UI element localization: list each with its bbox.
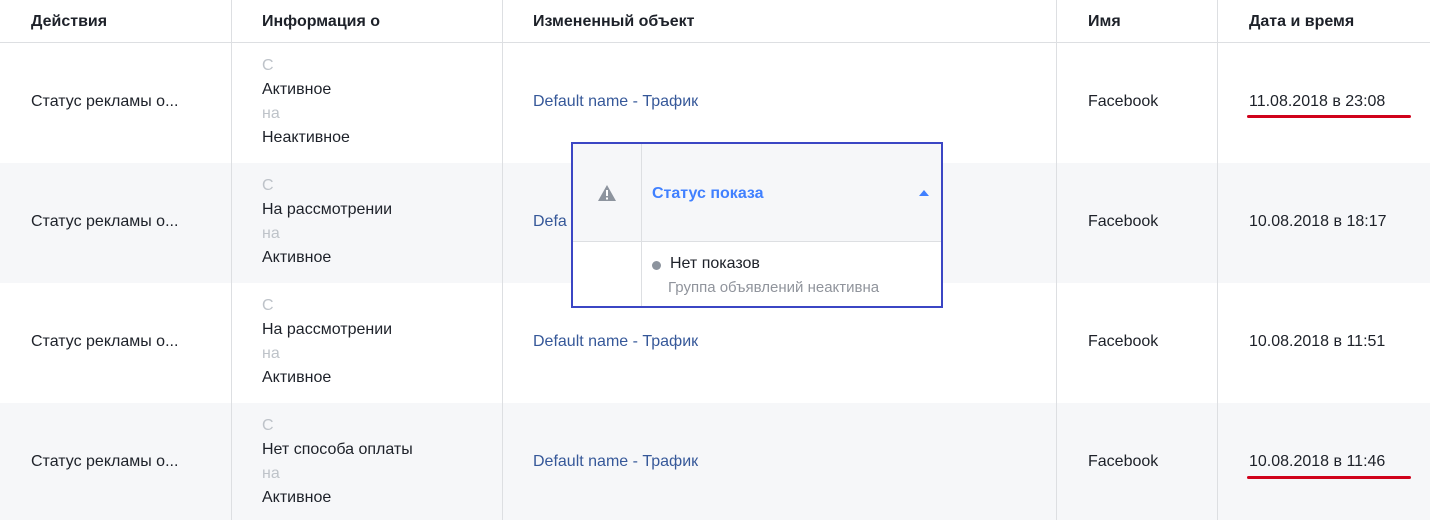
column-header-object[interactable]: Измененный объект [533, 13, 694, 31]
action-cell[interactable]: Статус рекламы о... [31, 93, 178, 111]
to-label: на [262, 345, 280, 362]
popover-title[interactable]: Статус показа [652, 185, 764, 203]
from-value: На рассмотрении [262, 201, 393, 218]
column-header-actions[interactable]: Действия [31, 13, 107, 31]
column-header-info[interactable]: Информация о [262, 13, 380, 31]
object-link[interactable]: Default name - Трафик [533, 453, 698, 471]
to-label: на [262, 225, 280, 242]
popover-substatus: Группа объявлений неактивна [668, 279, 880, 296]
from-value: Активное [262, 81, 332, 98]
to-value: Неактивное [262, 129, 350, 146]
popover-divider [641, 144, 642, 306]
to-value: Активное [262, 489, 332, 506]
object-link-obscured[interactable]: Defa [533, 213, 567, 231]
action-cell[interactable]: Статус рекламы о... [31, 333, 178, 351]
info-cell: С На рассмотрении на Активное [262, 174, 392, 270]
warning-icon [598, 185, 616, 201]
action-cell[interactable]: Статус рекламы о... [31, 453, 178, 471]
from-value: На рассмотрении [262, 321, 393, 338]
column-header-datetime[interactable]: Дата и время [1249, 13, 1354, 31]
action-cell[interactable]: Статус рекламы о... [31, 213, 178, 231]
name-cell: Facebook [1088, 213, 1159, 230]
table-header: Действия Информация о Измененный объект … [0, 0, 1430, 43]
name-cell: Facebook [1088, 453, 1159, 470]
info-cell: С Нет способа оплаты на Активное [262, 414, 413, 510]
popover-divider [573, 241, 941, 242]
popover-status: Нет показов [670, 255, 760, 272]
delivery-status-popover: Статус показа Нет показов Группа объявле… [571, 142, 943, 308]
status-dot-icon [652, 261, 661, 270]
column-divider [231, 0, 232, 520]
column-divider [1056, 0, 1057, 520]
datetime-cell: 10.08.2018 в 18:17 [1249, 213, 1387, 230]
column-header-name[interactable]: Имя [1088, 13, 1121, 31]
table-row: Статус рекламы о... С Нет способа оплаты… [0, 403, 1430, 520]
to-label: на [262, 105, 280, 122]
datetime-cell: 11.08.2018 в 23:08 [1249, 93, 1386, 110]
from-label: С [262, 57, 274, 74]
caret-up-icon[interactable] [919, 190, 929, 196]
annotation-underline [1247, 115, 1411, 118]
to-label: на [262, 465, 280, 482]
column-divider [1217, 0, 1218, 520]
from-label: С [262, 417, 274, 434]
info-cell: С Активное на Неактивное [262, 54, 350, 150]
datetime-cell: 10.08.2018 в 11:46 [1249, 453, 1386, 470]
datetime-cell: 10.08.2018 в 11:51 [1249, 333, 1386, 350]
object-link[interactable]: Default name - Трафик [533, 333, 698, 351]
object-link[interactable]: Default name - Трафик [533, 93, 698, 111]
from-value: Нет способа оплаты [262, 441, 413, 458]
annotation-underline [1247, 476, 1411, 479]
from-label: С [262, 177, 274, 194]
to-value: Активное [262, 369, 332, 386]
name-cell: Facebook [1088, 333, 1159, 350]
info-cell: С На рассмотрении на Активное [262, 294, 392, 390]
column-divider [502, 0, 503, 520]
from-label: С [262, 297, 274, 314]
to-value: Активное [262, 249, 332, 266]
name-cell: Facebook [1088, 93, 1159, 110]
